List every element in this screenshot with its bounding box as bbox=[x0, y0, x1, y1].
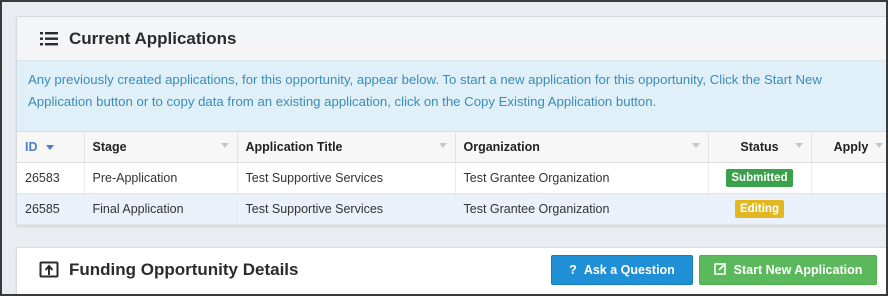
column-header-application-title[interactable]: Application Title bbox=[237, 132, 456, 163]
column-header-label: Stage bbox=[92, 139, 127, 154]
cell-organization: Test Grantee Organization bbox=[455, 162, 709, 194]
start-new-application-label: Start New Application bbox=[733, 263, 863, 277]
cell-id: 26583 bbox=[17, 162, 85, 194]
cell-stage: Pre-Application bbox=[84, 162, 238, 194]
ask-question-button[interactable]: ? Ask a Question bbox=[551, 255, 693, 285]
funding-details-title: Funding Opportunity Details bbox=[69, 260, 299, 279]
start-new-application-button[interactable]: Start New Application bbox=[699, 255, 877, 285]
sort-icon[interactable] bbox=[794, 143, 803, 148]
status-badge: Submitted bbox=[726, 168, 793, 187]
cell-application-title: Test Supportive Services bbox=[237, 162, 456, 194]
info-message: Any previously created applications, for… bbox=[17, 61, 886, 132]
table-header-row: ID Stage Application Title Organization … bbox=[17, 132, 886, 163]
column-header-label: Application Title bbox=[245, 139, 343, 154]
column-header-apply[interactable]: Apply bbox=[811, 132, 886, 163]
column-header-status[interactable]: Status bbox=[708, 132, 812, 163]
cell-id: 26585 bbox=[17, 193, 85, 225]
sort-icon[interactable] bbox=[438, 143, 447, 148]
screen-frame: Current Applications Any previously crea… bbox=[0, 0, 888, 296]
funding-details-panel: Funding Opportunity Details ? Ask a Ques… bbox=[16, 247, 886, 294]
sort-icon[interactable] bbox=[220, 143, 229, 148]
column-header-label: ID bbox=[25, 139, 38, 154]
sort-icon[interactable] bbox=[874, 143, 883, 148]
sort-desc-icon[interactable] bbox=[45, 144, 54, 150]
cell-apply bbox=[811, 162, 886, 194]
column-header-organization[interactable]: Organization bbox=[455, 132, 709, 163]
status-badge: Editing bbox=[735, 199, 784, 218]
cell-organization: Test Grantee Organization bbox=[455, 193, 709, 225]
question-icon: ? bbox=[569, 263, 577, 277]
applications-table: ID Stage Application Title Organization … bbox=[17, 132, 886, 225]
ask-question-label: Ask a Question bbox=[583, 263, 675, 277]
column-header-label: Apply bbox=[833, 139, 869, 154]
current-applications-title: Current Applications bbox=[69, 28, 237, 48]
table-row[interactable]: 26585 Final Application Test Supportive … bbox=[17, 193, 886, 225]
table-row[interactable]: 26583 Pre-Application Test Supportive Se… bbox=[17, 162, 886, 194]
list-icon bbox=[39, 30, 59, 48]
cell-application-title: Test Supportive Services bbox=[237, 193, 456, 225]
sort-icon[interactable] bbox=[691, 143, 700, 148]
column-header-label: Organization bbox=[463, 139, 540, 154]
cell-status: Editing bbox=[708, 193, 812, 225]
column-header-label: Status bbox=[740, 139, 779, 154]
column-header-stage[interactable]: Stage bbox=[84, 132, 238, 163]
current-applications-panel: Current Applications Any previously crea… bbox=[16, 16, 886, 226]
cell-status: Submitted bbox=[708, 162, 812, 194]
current-applications-header: Current Applications bbox=[17, 17, 886, 61]
edit-icon bbox=[713, 262, 727, 278]
upload-box-icon bbox=[39, 261, 59, 279]
cell-apply bbox=[811, 193, 886, 225]
column-header-id[interactable]: ID bbox=[17, 132, 85, 163]
cell-stage: Final Application bbox=[84, 193, 238, 225]
